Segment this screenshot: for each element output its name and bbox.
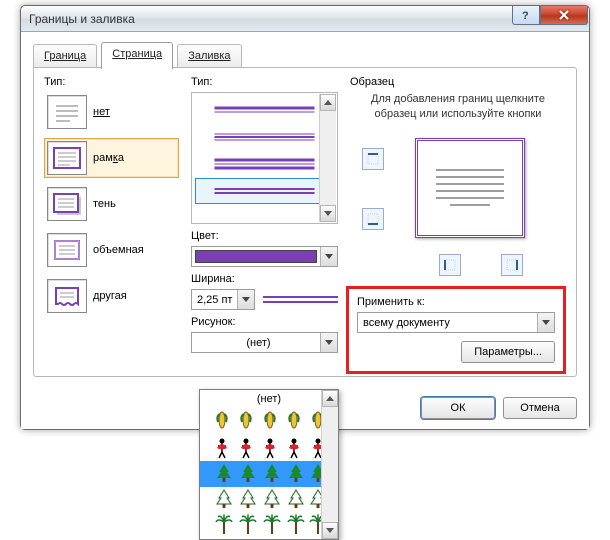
edge-left-button[interactable] — [439, 254, 461, 276]
apply-to-value: всему документу — [358, 317, 537, 329]
label-apply-to: Применить к: — [357, 296, 555, 308]
art-dropdown-popup: (нет) — [199, 389, 339, 540]
tab-page[interactable]: Страница — [101, 42, 173, 69]
line-list-scrollbar[interactable] — [319, 94, 336, 222]
apply-to-dropdown-button[interactable] — [537, 313, 554, 332]
tabstrip: Граница Страница Заливка — [33, 42, 577, 67]
type-none-icon — [47, 95, 87, 129]
art-dancers-icon — [212, 436, 327, 460]
scroll-down-icon[interactable] — [322, 522, 338, 539]
dialog-borders-shading: Границы и заливка ? Граница Страница Зал… — [20, 5, 590, 430]
window-buttons: ? — [512, 6, 588, 25]
type-box[interactable]: рамка — [44, 138, 179, 178]
type-shadow[interactable]: тень — [44, 184, 179, 224]
tab-panel: Тип: нет рамка — [33, 67, 577, 377]
client-area: Граница Страница Заливка Тип: нет — [21, 32, 589, 429]
close-button[interactable] — [540, 6, 588, 25]
parameters-button[interactable]: Параметры... — [461, 341, 555, 363]
label-type: Тип: — [44, 76, 179, 88]
art-value: (нет) — [192, 337, 320, 349]
label-line-type: Тип: — [191, 76, 338, 88]
label-sample: Образец — [350, 76, 566, 88]
type-3d[interactable]: объемная — [44, 230, 179, 270]
type-list: нет рамка тень — [44, 92, 179, 316]
scroll-down-icon[interactable] — [320, 205, 336, 222]
ok-button[interactable]: ОК — [421, 397, 495, 419]
svg-text:?: ? — [522, 10, 529, 21]
column-line: Тип: Цвет: Ширина: — [191, 76, 338, 368]
art-trees-green-icon — [212, 462, 327, 486]
line-style-4-selected[interactable] — [196, 179, 333, 203]
art-option-palms[interactable] — [200, 513, 338, 539]
width-value: 2,25 пт — [192, 294, 237, 306]
type-none[interactable]: нет — [44, 92, 179, 132]
color-swatch-icon — [195, 250, 317, 263]
line-style-3[interactable] — [196, 152, 333, 176]
art-corn-icon — [212, 410, 327, 434]
type-custom[interactable]: другая — [44, 276, 179, 316]
label-width: Ширина: — [191, 273, 338, 285]
color-combo[interactable] — [191, 246, 338, 267]
title-text: Границы и заливка — [29, 12, 135, 26]
cancel-button[interactable]: Отмена — [503, 397, 577, 419]
edge-top-button[interactable] — [362, 148, 384, 170]
tab-fill[interactable]: Заливка — [177, 44, 241, 69]
chevron-down-icon — [325, 254, 333, 259]
type-box-icon — [47, 141, 87, 175]
width-combo-row: 2,25 пт — [191, 289, 338, 310]
apply-to-group: Применить к: всему документу Параметры..… — [346, 286, 566, 374]
type-custom-label: другая — [93, 290, 127, 302]
art-dropdown-button[interactable] — [320, 333, 337, 352]
art-palms-icon — [212, 514, 327, 538]
art-option-trees-green-selected[interactable] — [200, 461, 338, 487]
chevron-down-icon — [542, 320, 550, 325]
sample-hint: Для добавления границ щелкните образец и… — [360, 92, 556, 122]
type-custom-icon — [47, 279, 87, 313]
preview-area — [350, 128, 566, 258]
dialog-buttons: ОК Отмена — [421, 397, 577, 419]
scroll-up-icon[interactable] — [320, 94, 336, 111]
preview-page[interactable] — [415, 138, 525, 238]
tab-border[interactable]: Граница — [33, 44, 97, 69]
art-option-corn[interactable] — [200, 409, 338, 435]
column-type: Тип: нет рамка — [44, 76, 179, 368]
edge-buttons-bottom — [395, 254, 566, 276]
width-preview — [255, 289, 338, 310]
help-icon: ? — [520, 9, 532, 21]
edge-bottom-button[interactable] — [362, 208, 384, 230]
params-row: Параметры... — [357, 341, 555, 363]
type-3d-label: объемная — [93, 244, 144, 256]
art-popup-scrollbar[interactable] — [321, 390, 338, 539]
color-dropdown-button[interactable] — [320, 247, 337, 266]
art-option-dancers[interactable] — [200, 435, 338, 461]
width-combo[interactable]: 2,25 пт — [191, 289, 255, 310]
art-option-trees-outline[interactable] — [200, 487, 338, 513]
type-none-label: нет — [93, 106, 110, 118]
chevron-down-icon — [242, 297, 250, 302]
type-shadow-icon — [47, 187, 87, 221]
line-style-1[interactable] — [196, 98, 333, 122]
apply-to-combo[interactable]: всему документу — [357, 312, 555, 333]
art-combo[interactable]: (нет) — [191, 332, 338, 353]
label-color: Цвет: — [191, 230, 338, 242]
edge-right-button[interactable] — [501, 254, 523, 276]
help-button[interactable]: ? — [512, 6, 540, 25]
art-option-none[interactable]: (нет) — [200, 390, 338, 409]
close-icon — [558, 9, 570, 21]
line-style-list[interactable] — [191, 92, 338, 224]
label-art: Рисунок: — [191, 316, 338, 328]
chevron-down-icon — [325, 340, 333, 345]
color-value — [192, 247, 320, 266]
line-style-2[interactable] — [196, 125, 333, 149]
type-3d-icon — [47, 233, 87, 267]
column-sample: Образец Для добавления границ щелкните о… — [350, 76, 566, 368]
titlebar[interactable]: Границы и заливка ? — [21, 6, 589, 32]
scroll-up-icon[interactable] — [322, 390, 338, 407]
width-dropdown-button[interactable] — [237, 290, 254, 309]
type-shadow-label: тень — [93, 198, 116, 210]
art-trees-outline-icon — [212, 488, 327, 512]
type-box-label: рамка — [93, 152, 124, 164]
